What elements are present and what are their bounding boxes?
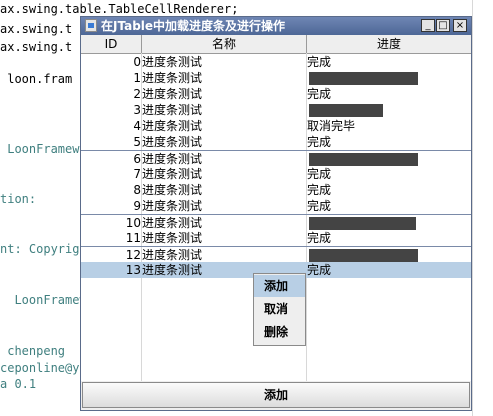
table-row[interactable]: 6 进度条测试 xyxy=(81,150,471,167)
menu-item[interactable]: 取消 xyxy=(254,298,305,320)
table-row[interactable]: 4 进度条测试 取消完毕 xyxy=(81,118,471,134)
close-button[interactable]: × xyxy=(453,19,467,32)
table-row[interactable]: 12 进度条测试 xyxy=(81,246,471,263)
progress-bar xyxy=(309,153,418,166)
table-row[interactable]: 0 进度条测试 完成 xyxy=(81,54,471,70)
cell-id: 5 xyxy=(133,135,141,149)
java-app-icon xyxy=(85,19,97,32)
cell-progress: 完成 xyxy=(307,135,332,149)
column-header-name[interactable]: 名称 xyxy=(142,35,307,53)
cell-id: 4 xyxy=(133,119,141,133)
cell-progress: 取消完毕 xyxy=(307,119,356,133)
cell-progress: 完成 xyxy=(307,87,332,101)
column-header-id[interactable]: ID xyxy=(81,35,142,53)
cell-progress: 完成 xyxy=(307,183,332,197)
table-header: ID 名称 进度 xyxy=(81,35,471,54)
cell-name: 进度条测试 xyxy=(142,71,203,85)
editor-scrollbar[interactable] xyxy=(472,0,493,416)
cell-name: 进度条测试 xyxy=(142,248,203,262)
code-line: ax.swing.t xyxy=(0,40,73,54)
cell-name: 进度条测试 xyxy=(142,119,203,133)
progress-bar xyxy=(309,104,383,117)
cell-id: 10 xyxy=(125,216,141,230)
title-bar[interactable]: 在JTable中加载进度条及进行操作 _ □ × xyxy=(81,17,471,35)
cell-progress: 完成 xyxy=(307,167,332,181)
code-line: chenpeng xyxy=(0,344,66,358)
column-header-progress[interactable]: 进度 xyxy=(307,35,471,53)
cell-name: 进度条测试 xyxy=(142,199,203,213)
cell-name: 进度条测试 xyxy=(142,183,203,197)
menu-item[interactable]: 添加 xyxy=(254,275,305,297)
cell-progress: 完成 xyxy=(307,263,332,277)
cell-id: 0 xyxy=(133,55,141,69)
cell-id: 9 xyxy=(133,199,141,213)
table-row[interactable]: 3 进度条测试 xyxy=(81,102,471,118)
table-row[interactable]: 10 进度条测试 xyxy=(81,214,471,231)
cell-name: 进度条测试 xyxy=(142,103,203,117)
cell-name: 进度条测试 xyxy=(142,152,203,166)
cell-name: 进度条测试 xyxy=(142,167,203,181)
table-row[interactable]: 8 进度条测试 完成 xyxy=(81,182,471,198)
table-row[interactable]: 7 进度条测试 完成 xyxy=(81,166,471,182)
cell-progress: 完成 xyxy=(307,199,332,213)
cell-name: 进度条测试 xyxy=(142,87,203,101)
code-line: nt: Copyrig xyxy=(0,242,80,256)
menu-item[interactable]: 删除 xyxy=(254,321,305,343)
progress-bar xyxy=(309,217,416,230)
cell-id: 13 xyxy=(125,263,141,277)
cell-name: 进度条测试 xyxy=(142,135,203,149)
table-row[interactable]: 1 进度条测试 xyxy=(81,70,471,86)
table-row[interactable]: 9 进度条测试 完成 xyxy=(81,198,471,214)
context-menu: 添加 取消 删除 xyxy=(253,273,306,346)
cell-progress: 完成 xyxy=(307,231,332,245)
table-row[interactable]: 11 进度条测试 完成 xyxy=(81,230,471,246)
jtable-window: 在JTable中加载进度条及进行操作 _ □ × ID 名称 进度 0 进度条测试… xyxy=(80,16,472,411)
table-row[interactable]: 2 进度条测试 完成 xyxy=(81,86,471,102)
minimize-button[interactable]: _ xyxy=(421,19,435,32)
code-line: ax.swing.t xyxy=(0,22,73,36)
cell-id: 8 xyxy=(133,183,141,197)
cell-id: 3 xyxy=(133,103,141,117)
maximize-button[interactable]: □ xyxy=(436,19,450,32)
progress-bar xyxy=(309,249,418,262)
cell-name: 进度条测试 xyxy=(142,55,203,69)
cell-id: 6 xyxy=(133,152,141,166)
code-line: loon.fram xyxy=(0,72,73,86)
cell-id: 11 xyxy=(125,231,141,245)
cell-id: 12 xyxy=(125,248,141,262)
cell-id: 7 xyxy=(133,167,141,181)
progress-bar xyxy=(309,72,418,85)
code-line: tion: xyxy=(0,192,37,206)
cell-id: 1 xyxy=(133,71,141,85)
cell-id: 2 xyxy=(133,87,141,101)
cell-name: 进度条测试 xyxy=(142,216,203,230)
code-line: a 0.1 xyxy=(0,377,37,391)
code-line: ax.swing.table.TableCellRenderer; xyxy=(0,2,239,16)
cell-progress: 完成 xyxy=(307,55,332,69)
add-button[interactable]: 添加 xyxy=(82,382,470,408)
window-title: 在JTable中加载进度条及进行操作 xyxy=(101,19,286,33)
table-row[interactable]: 5 进度条测试 完成 xyxy=(81,134,471,150)
cell-name: 进度条测试 xyxy=(142,231,203,245)
